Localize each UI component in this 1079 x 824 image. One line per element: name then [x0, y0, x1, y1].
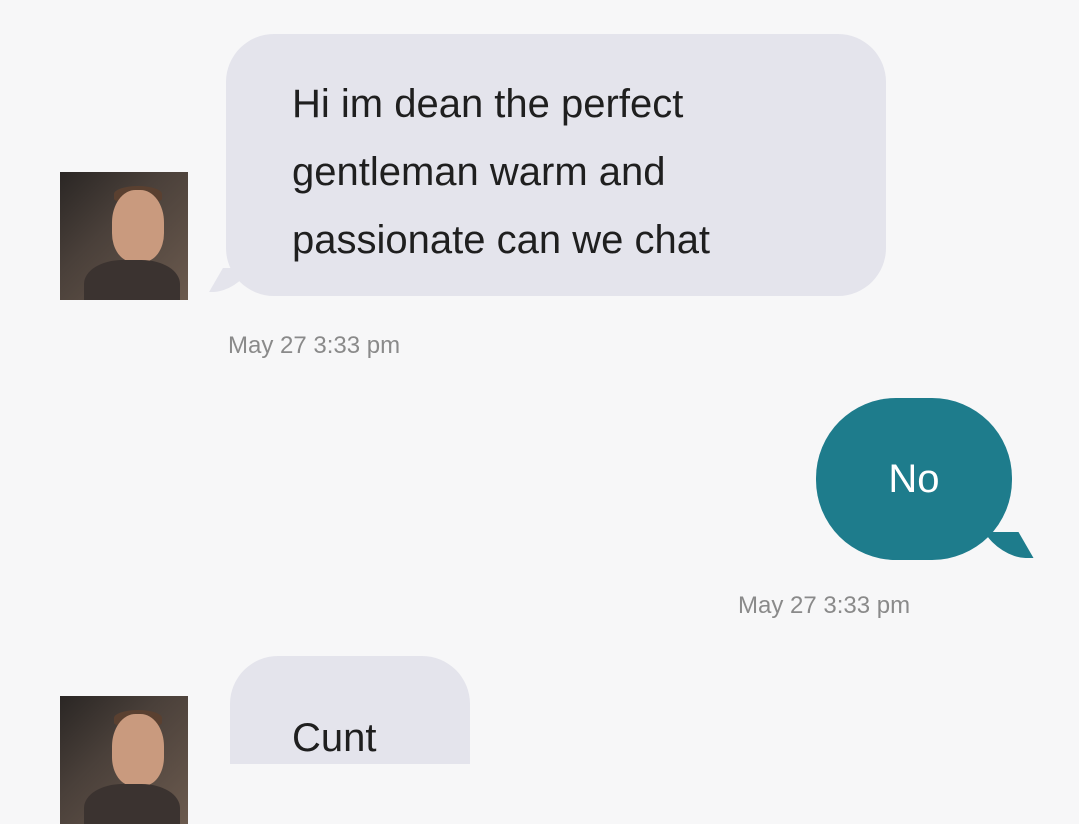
avatar-shoulders — [84, 784, 180, 824]
bubble-tail — [984, 532, 1034, 558]
sender-avatar[interactable] — [60, 696, 188, 824]
avatar-face — [112, 190, 164, 262]
message-timestamp: May 27 3:33 pm — [228, 332, 401, 359]
message-timestamp: May 27 3:33 pm — [738, 592, 911, 619]
message-line: gentleman warm and — [292, 150, 666, 194]
sender-avatar[interactable] — [60, 172, 188, 300]
message-line: passionate can we chat — [292, 218, 711, 262]
message-bubble-incoming[interactable]: Hi im dean the perfect gentleman warm an… — [209, 34, 886, 296]
message-bubble-outgoing[interactable]: No — [816, 398, 1034, 560]
message-text: Cunt — [292, 716, 377, 760]
avatar-face — [112, 714, 164, 786]
message-text: No — [888, 457, 940, 501]
bubble-tail — [209, 268, 251, 292]
chat-thread: Hi im dean the perfect gentleman warm an… — [0, 0, 1079, 824]
message-bubble-incoming[interactable]: Cunt — [230, 656, 470, 764]
avatar-shoulders — [84, 260, 180, 300]
message-line: Hi im dean the perfect — [292, 82, 684, 126]
